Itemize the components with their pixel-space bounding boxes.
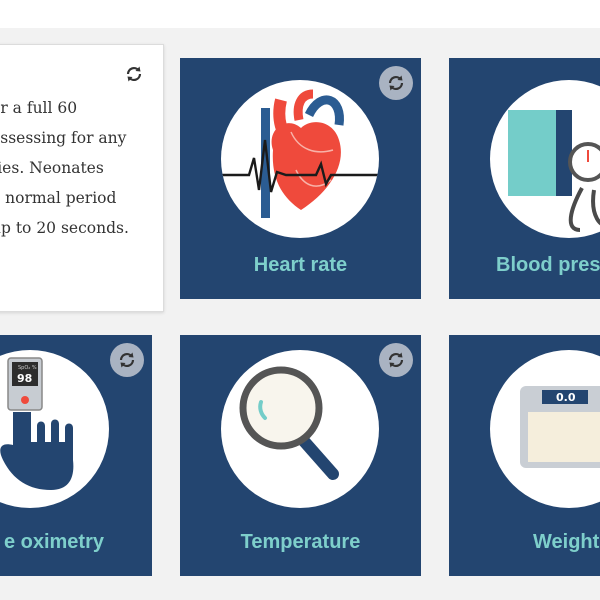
- heart-icon: [221, 89, 379, 218]
- info-text-line: a normal period: [0, 189, 117, 207]
- top-bar: [0, 0, 600, 28]
- heart-rate-card[interactable]: Heart rate: [180, 58, 421, 299]
- info-text-line: ties. Neonates: [0, 159, 104, 177]
- temperature-card[interactable]: Temperature: [180, 335, 421, 576]
- magnifying-glass-icon: [239, 366, 339, 480]
- info-card: or a full 60 assessing for any ties. Neo…: [0, 44, 164, 312]
- blood-pressure-card[interactable]: Blood pres: [449, 58, 600, 299]
- refresh-icon: [119, 352, 135, 368]
- refresh-icon: [388, 352, 404, 368]
- pulse-oximetry-card[interactable]: SpO₂ % 98 e oximetry: [0, 335, 152, 576]
- blood-pressure-cuff-icon: [508, 110, 600, 232]
- flip-button[interactable]: [379, 66, 413, 100]
- svg-text:SpO₂ %: SpO₂ %: [18, 365, 37, 371]
- flip-button[interactable]: [379, 343, 413, 377]
- flip-button[interactable]: [110, 343, 144, 377]
- flip-button[interactable]: [117, 57, 151, 91]
- svg-text:0.0: 0.0: [556, 391, 576, 404]
- info-text-line: assessing for any: [0, 129, 127, 147]
- card-label: Heart rate: [253, 254, 348, 276]
- info-text-line: up to 20 seconds.: [0, 219, 129, 237]
- card-label: e oximetry: [3, 531, 104, 553]
- card-label: Blood pres: [496, 254, 600, 276]
- info-text: or a full 60 assessing for any ties. Neo…: [0, 93, 149, 243]
- refresh-icon: [388, 75, 404, 91]
- info-text-line: or a full 60: [0, 99, 78, 117]
- scale-icon: 0.0: [520, 386, 600, 468]
- card-label: Weight: [533, 531, 600, 553]
- card-label: Temperature: [240, 531, 361, 553]
- weight-card[interactable]: 0.0 Weight: [449, 335, 600, 576]
- pulse-oximeter-icon: SpO₂ % 98: [0, 357, 74, 490]
- refresh-icon: [126, 66, 142, 82]
- svg-text:98: 98: [17, 372, 32, 385]
